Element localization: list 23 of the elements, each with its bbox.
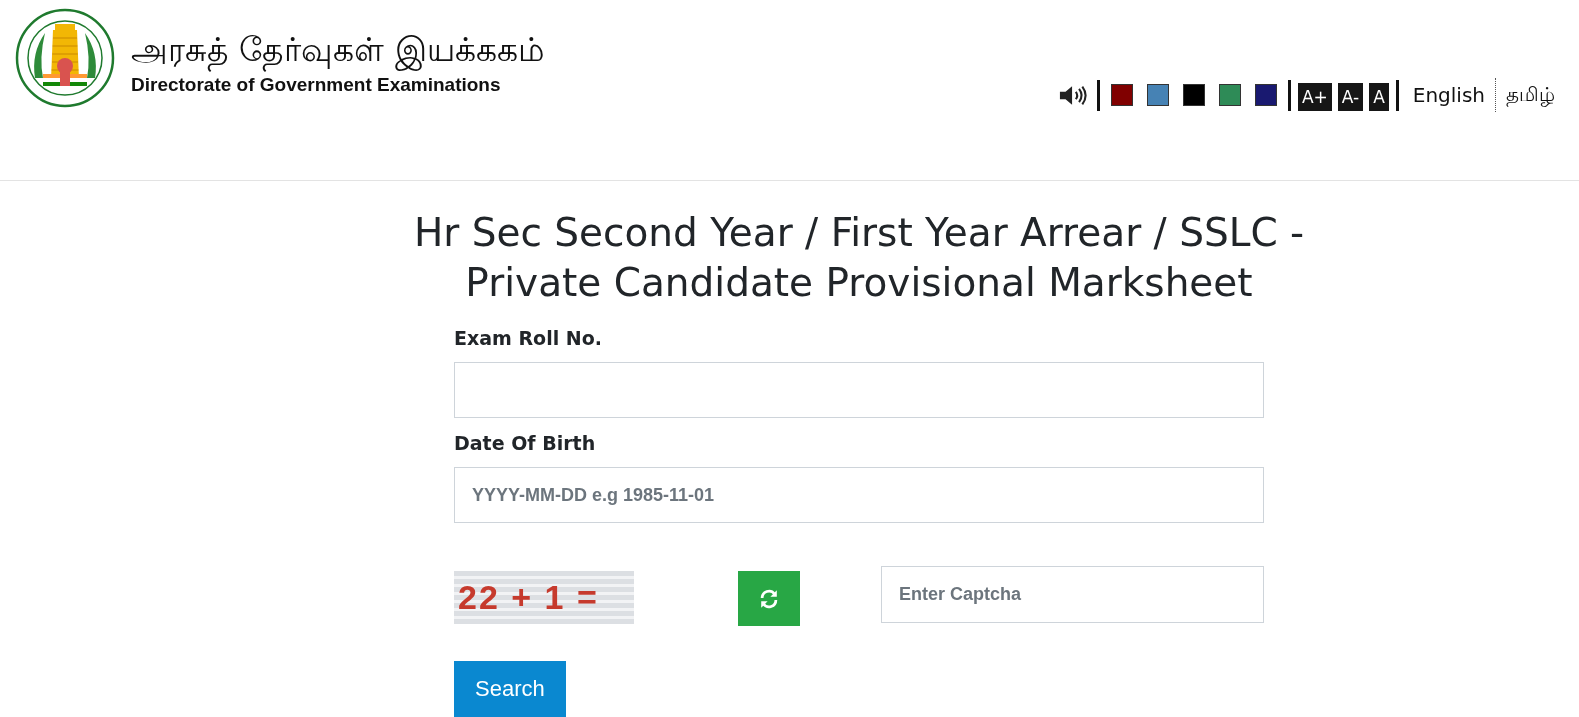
directorate-title: Directorate of Government Examinations [131, 73, 502, 97]
font-size-button[interactable]: A+ [1297, 83, 1332, 111]
input-field[interactable]: YYYY-MM-DD e.g 1985-11-01 [454, 467, 1264, 523]
language-link[interactable]: தமிழ் [1506, 82, 1555, 108]
language-link[interactable]: English [1412, 83, 1485, 107]
search-button[interactable]: Search [454, 661, 566, 717]
font-size-button[interactable]: A- [1337, 83, 1364, 111]
captcha-field[interactable]: Enter Captcha [881, 566, 1264, 623]
refresh-button[interactable] [738, 571, 800, 626]
refresh-icon [758, 587, 780, 610]
theme-color-swatch-icon[interactable] [1146, 84, 1169, 106]
input-field[interactable] [454, 362, 1264, 418]
theme-color-swatch-icon[interactable] [1218, 84, 1241, 106]
font-size-button[interactable]: A [1369, 83, 1389, 111]
page-title: Hr Sec Second Year / First Year Arrear / SSLC - Private Candidate Provisional Marksheet [412, 209, 1306, 307]
theme-color-swatch-icon[interactable] [1254, 84, 1277, 106]
theme-color-swatch-icon[interactable] [1110, 84, 1133, 106]
captcha-text: 22 + 1 = [458, 578, 599, 617]
speaker-icon[interactable] [1058, 84, 1087, 106]
field-label: Date Of Birth [454, 431, 596, 456]
tamil-title: அரசுத் தேர்வுகள் இயக்ககம் [131, 28, 545, 72]
field-label: Exam Roll No. [454, 326, 602, 351]
theme-color-swatch-icon[interactable] [1182, 84, 1205, 106]
